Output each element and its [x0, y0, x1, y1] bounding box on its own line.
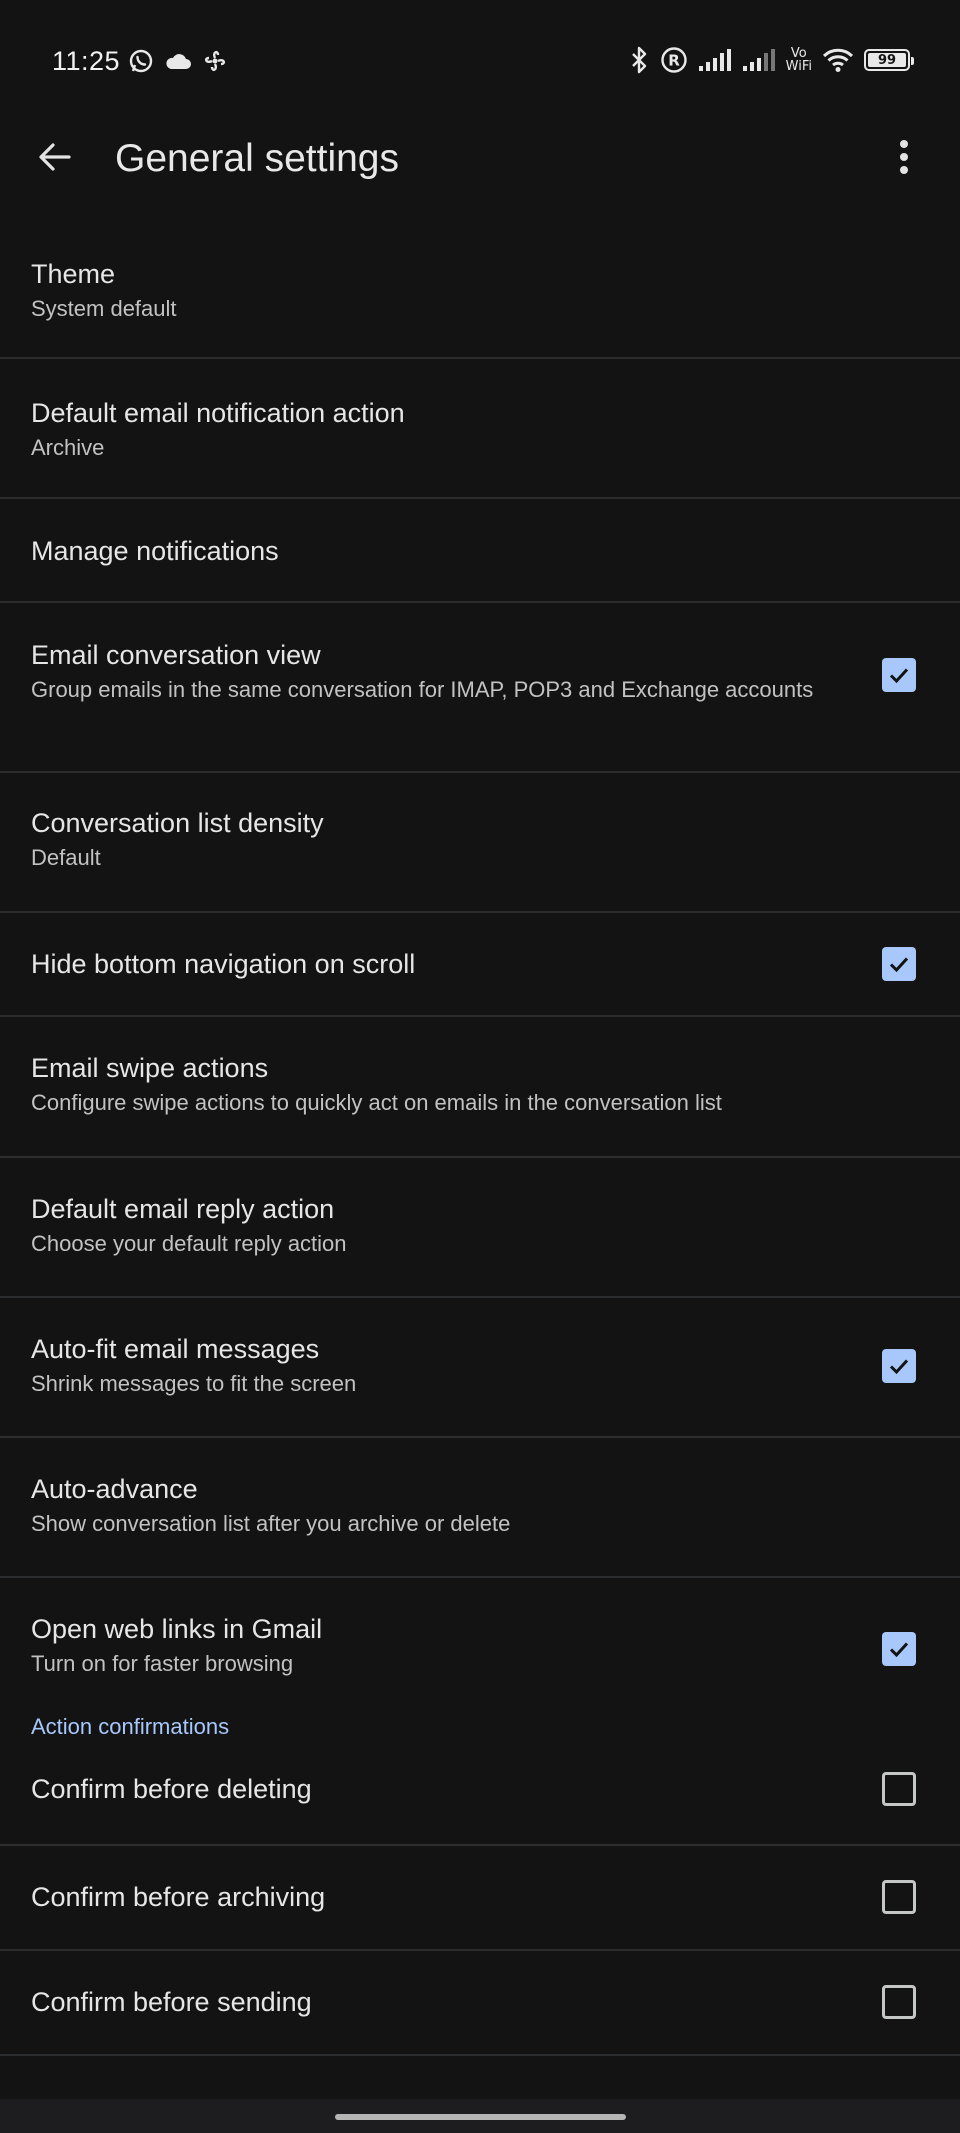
confirm-archive-checkbox[interactable]: [882, 1880, 916, 1914]
setting-confirm-send[interactable]: Confirm before sending: [0, 1951, 960, 2056]
vowifi-bottom: WiFi: [785, 59, 812, 74]
setting-conversation-view[interactable]: Email conversation view Group emails in …: [0, 603, 960, 773]
setting-subtitle: Default: [31, 845, 101, 870]
check-icon: [889, 668, 909, 684]
signal-weak-icon: [742, 48, 776, 72]
setting-confirm-delete[interactable]: Confirm before deleting: [0, 1751, 960, 1846]
more-options-button[interactable]: [884, 134, 924, 184]
setting-subtitle: Shrink messages to fit the screen: [31, 1371, 357, 1396]
setting-title: Open web links in Gmail: [31, 1614, 323, 1644]
setting-title: Default email reply action: [31, 1194, 335, 1224]
setting-title: Confirm before deleting: [31, 1774, 312, 1804]
battery-icon: 99: [864, 49, 914, 71]
signal-icon: [698, 48, 732, 72]
setting-subtitle: Turn on for faster browsing: [31, 1651, 294, 1676]
wifi-icon: [822, 47, 854, 73]
fan-icon: [202, 48, 228, 74]
check-icon: [889, 1359, 909, 1375]
setting-hide-bottom-nav[interactable]: Hide bottom navigation on scroll: [0, 913, 960, 1017]
arrow-left-icon: [37, 139, 73, 180]
setting-title: Email conversation view: [31, 640, 321, 670]
check-icon: [889, 957, 909, 973]
setting-title: Manage notifications: [31, 536, 279, 566]
setting-title: Confirm before sending: [31, 1987, 312, 2017]
web-links-checkbox[interactable]: [882, 1632, 916, 1666]
confirm-delete-checkbox[interactable]: [882, 1772, 916, 1806]
setting-web-links[interactable]: Open web links in Gmail Turn on for fast…: [0, 1578, 960, 1703]
setting-notification-action[interactable]: Default email notification action Archiv…: [0, 359, 960, 499]
setting-title: Conversation list density: [31, 808, 324, 838]
setting-swipe-actions[interactable]: Email swipe actions Configure swipe acti…: [0, 1017, 960, 1158]
vowifi-icon: Vo WiFi: [786, 47, 812, 73]
setting-subtitle: Choose your default reply action: [31, 1231, 347, 1256]
confirm-send-checkbox[interactable]: [882, 1985, 916, 2019]
setting-title: Theme: [31, 259, 116, 289]
status-bar: 11:25 R Vo WiFi 99: [0, 0, 960, 124]
gesture-handle[interactable]: [335, 2114, 626, 2120]
page-title: General settings: [115, 137, 399, 180]
battery-level: 99: [877, 52, 897, 68]
setting-title: Auto-fit email messages: [31, 1334, 320, 1364]
setting-title: Default email notification action: [31, 398, 405, 428]
setting-confirm-archive[interactable]: Confirm before archiving: [0, 1846, 960, 1951]
more-vert-icon: [899, 139, 909, 179]
status-time: 11:25: [52, 46, 121, 76]
setting-theme[interactable]: Theme System default: [0, 232, 960, 359]
registered-icon: R: [660, 46, 688, 74]
setting-auto-advance[interactable]: Auto-advance Show conversation list afte…: [0, 1438, 960, 1578]
app-bar: General settings: [0, 124, 960, 194]
setting-reply-action[interactable]: Default email reply action Choose your d…: [0, 1158, 960, 1298]
setting-auto-fit[interactable]: Auto-fit email messages Shrink messages …: [0, 1298, 960, 1438]
setting-title: Auto-advance: [31, 1474, 198, 1504]
status-left-icons: [128, 48, 228, 74]
navigation-bar: [0, 2099, 960, 2133]
section-header: Action confirmations: [31, 1714, 230, 1739]
setting-subtitle: System default: [31, 296, 177, 321]
auto-fit-checkbox[interactable]: [882, 1349, 916, 1383]
hide-bottom-nav-checkbox[interactable]: [882, 947, 916, 981]
conversation-view-checkbox[interactable]: [882, 658, 916, 692]
setting-manage-notifications[interactable]: Manage notifications: [0, 499, 960, 603]
cloud-icon: [164, 50, 192, 72]
check-icon: [889, 1642, 909, 1658]
setting-title: Hide bottom navigation on scroll: [31, 949, 416, 979]
settings-list: Theme System default Default email notif…: [0, 232, 960, 2056]
setting-subtitle: Archive: [31, 435, 105, 460]
setting-list-density[interactable]: Conversation list density Default: [0, 773, 960, 913]
back-button[interactable]: [30, 134, 80, 184]
setting-title: Email swipe actions: [31, 1053, 269, 1083]
setting-subtitle: Group emails in the same conversation fo…: [31, 677, 814, 702]
bluetooth-icon: [628, 46, 650, 74]
whatsapp-icon: [128, 48, 154, 74]
section-action-confirmations: Action confirmations: [0, 1703, 960, 1751]
setting-subtitle: Show conversation list after you archive…: [31, 1511, 511, 1536]
setting-title: Confirm before archiving: [31, 1882, 326, 1912]
status-right-icons: R Vo WiFi 99: [628, 46, 914, 74]
setting-subtitle: Configure swipe actions to quickly act o…: [31, 1090, 722, 1115]
svg-text:R: R: [668, 52, 680, 70]
